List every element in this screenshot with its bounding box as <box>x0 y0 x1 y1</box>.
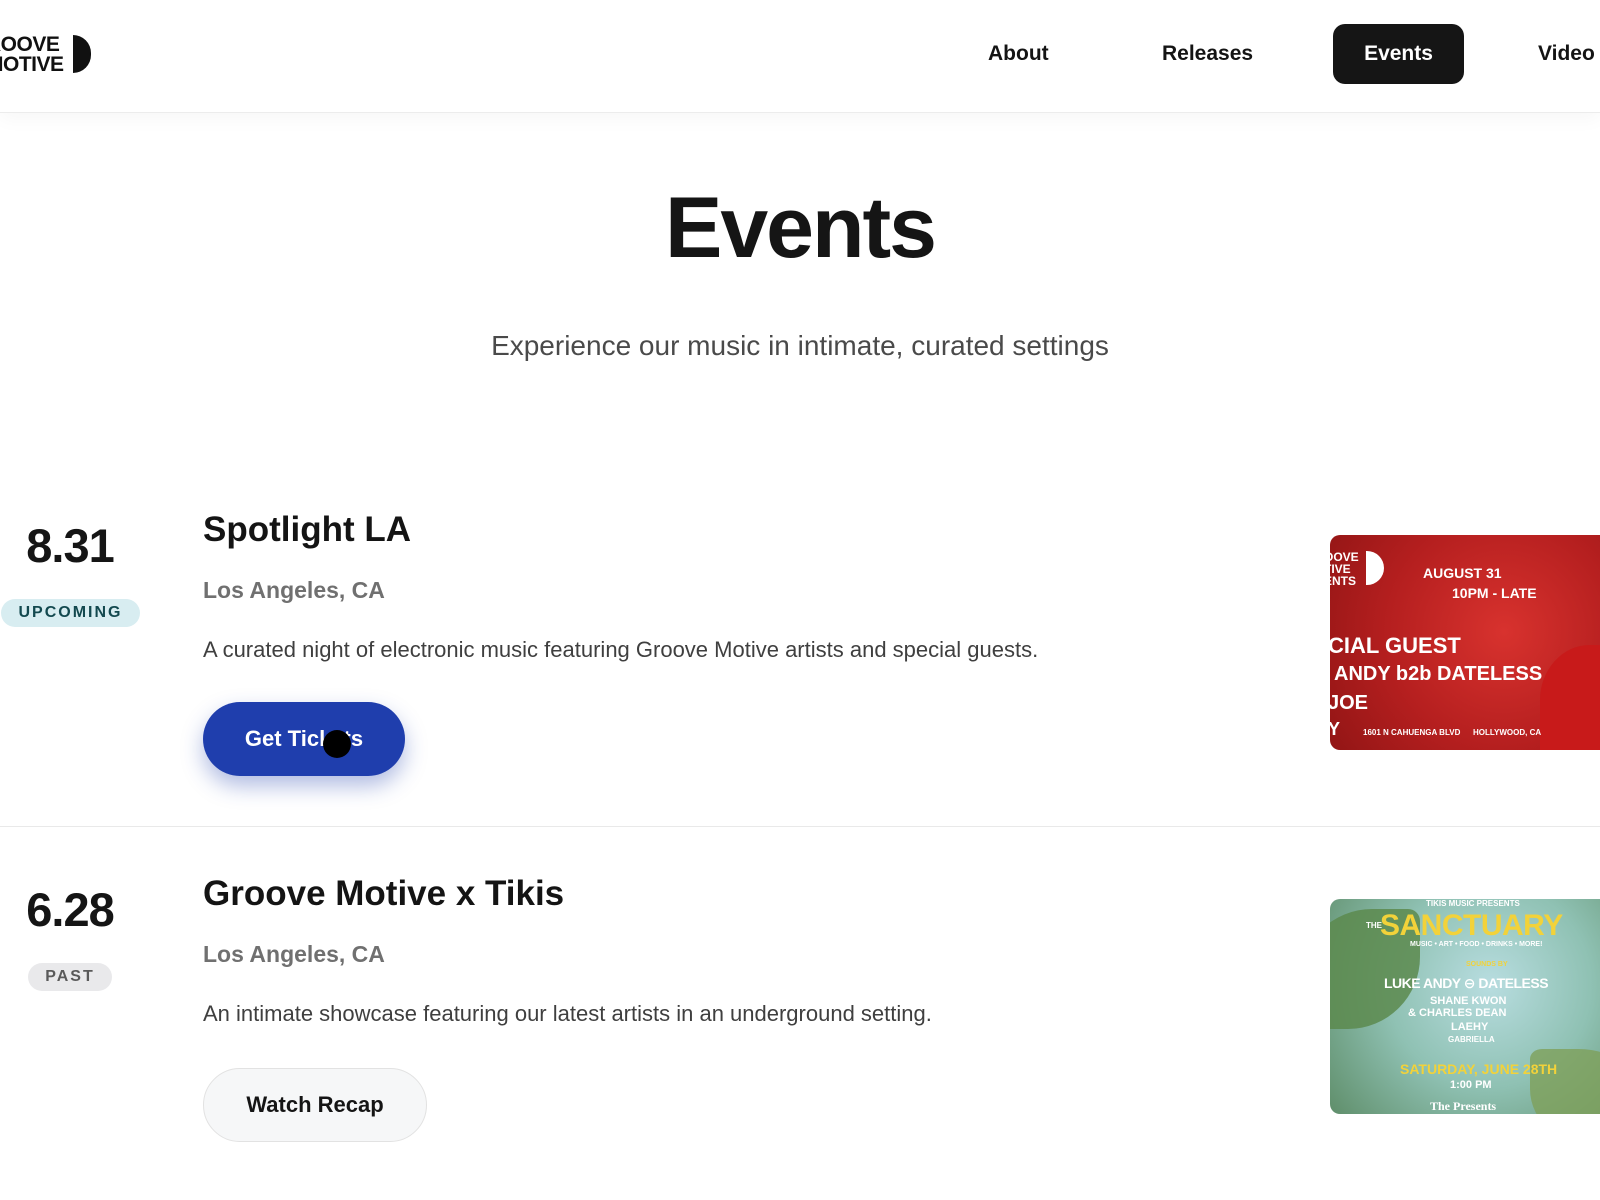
poster-headline: CIAL GUEST <box>1330 633 1461 658</box>
nav-link-releases[interactable]: Releases <box>1162 24 1253 84</box>
poster-logo: OOVE TIVE ENTS <box>1330 551 1359 587</box>
event-location: Los Angeles, CA <box>203 577 385 603</box>
event-poster-sanctuary[interactable]: TIKIS MUSIC PRESENTS THE SANCTUARY MUSIC… <box>1330 899 1600 1114</box>
poster-lineup-2: JOE <box>1330 692 1369 714</box>
poster-presenter: The Presents <box>1430 1099 1497 1113</box>
status-badge-upcoming: UPCOMING <box>1 599 140 627</box>
nav-link-about[interactable]: About <box>988 24 1049 84</box>
brand-logo[interactable]: ROOVE MOTIVE <box>0 33 110 77</box>
event-title: Spotlight LA <box>203 510 412 549</box>
mouse-cursor <box>323 730 351 758</box>
poster-time: 1:00 PM <box>1450 1079 1492 1091</box>
poster-artist-3: & CHARLES DEAN <box>1408 1007 1507 1019</box>
logo-text-line-1: ROOVE <box>0 33 60 56</box>
get-tickets-button[interactable]: Get Tickets <box>203 702 405 776</box>
poster-sounds-by: SOUNDS BY <box>1466 961 1508 968</box>
page-title: Events <box>664 180 937 276</box>
event-date: 8.31 <box>26 519 114 572</box>
poster-date: SATURDAY, JUNE 28TH <box>1400 1061 1558 1077</box>
event-description: A curated night of electronic music feat… <box>203 637 1039 662</box>
poster-time: 10PM - LATE <box>1452 585 1537 601</box>
nav-link-videos[interactable]: Video <box>1538 24 1595 84</box>
page-subtitle: Experience our music in intimate, curate… <box>491 330 1109 361</box>
poster-artist-4: LAEHY <box>1451 1021 1489 1033</box>
watch-recap-button[interactable]: Watch Recap <box>203 1068 427 1142</box>
event-title: Groove Motive x Tikis <box>203 874 565 913</box>
poster-lineup-3: Y <box>1330 719 1341 739</box>
event-card: 8.31 UPCOMING Spotlight LA Los Angeles, … <box>0 462 1600 827</box>
event-card: 6.28 PAST Groove Motive x Tikis Los Ange… <box>0 826 1600 1190</box>
poster-artist-2: SHANE KWON <box>1430 995 1507 1007</box>
poster-date: AUGUST 31 <box>1423 565 1502 581</box>
poster-presents: TIKIS MUSIC PRESENTS <box>1426 899 1520 908</box>
event-location: Los Angeles, CA <box>203 941 385 967</box>
status-badge-past: PAST <box>28 963 112 991</box>
poster-leaf-shape <box>1530 1049 1600 1114</box>
site-header: ROOVE MOTIVE About Releases Events Video <box>0 0 1600 113</box>
poster-address: 1601 N CAHUENGA BLVD <box>1363 728 1461 737</box>
nav-link-events[interactable]: Events <box>1333 24 1464 84</box>
poster-tagline: MUSIC • ART • FOOD • DRINKS • MORE! <box>1410 941 1543 948</box>
poster-logo-half-circle-icon <box>1366 551 1384 585</box>
poster-artist-5: GABRIELLA <box>1448 1035 1495 1044</box>
event-poster-spotlight-la[interactable]: OOVE TIVE ENTS AUGUST 31 10PM - LATE CIA… <box>1330 535 1600 750</box>
event-date: 6.28 <box>26 883 114 936</box>
poster-logo-line-3: ENTS <box>1330 574 1357 588</box>
poster-shape <box>1540 645 1600 750</box>
poster-city: HOLLYWOOD, CA <box>1473 728 1542 737</box>
event-description: An intimate showcase featuring our lates… <box>203 1001 932 1026</box>
poster-title: SANCTUARY <box>1380 909 1563 942</box>
logo-half-circle-icon <box>73 35 91 73</box>
poster-artist-1: LUKE ANDY ⊖ DATELESS <box>1384 975 1549 991</box>
logo-text-line-2: MOTIVE <box>0 53 64 76</box>
poster-lineup-1: ANDY b2b DATELESS <box>1334 663 1543 685</box>
